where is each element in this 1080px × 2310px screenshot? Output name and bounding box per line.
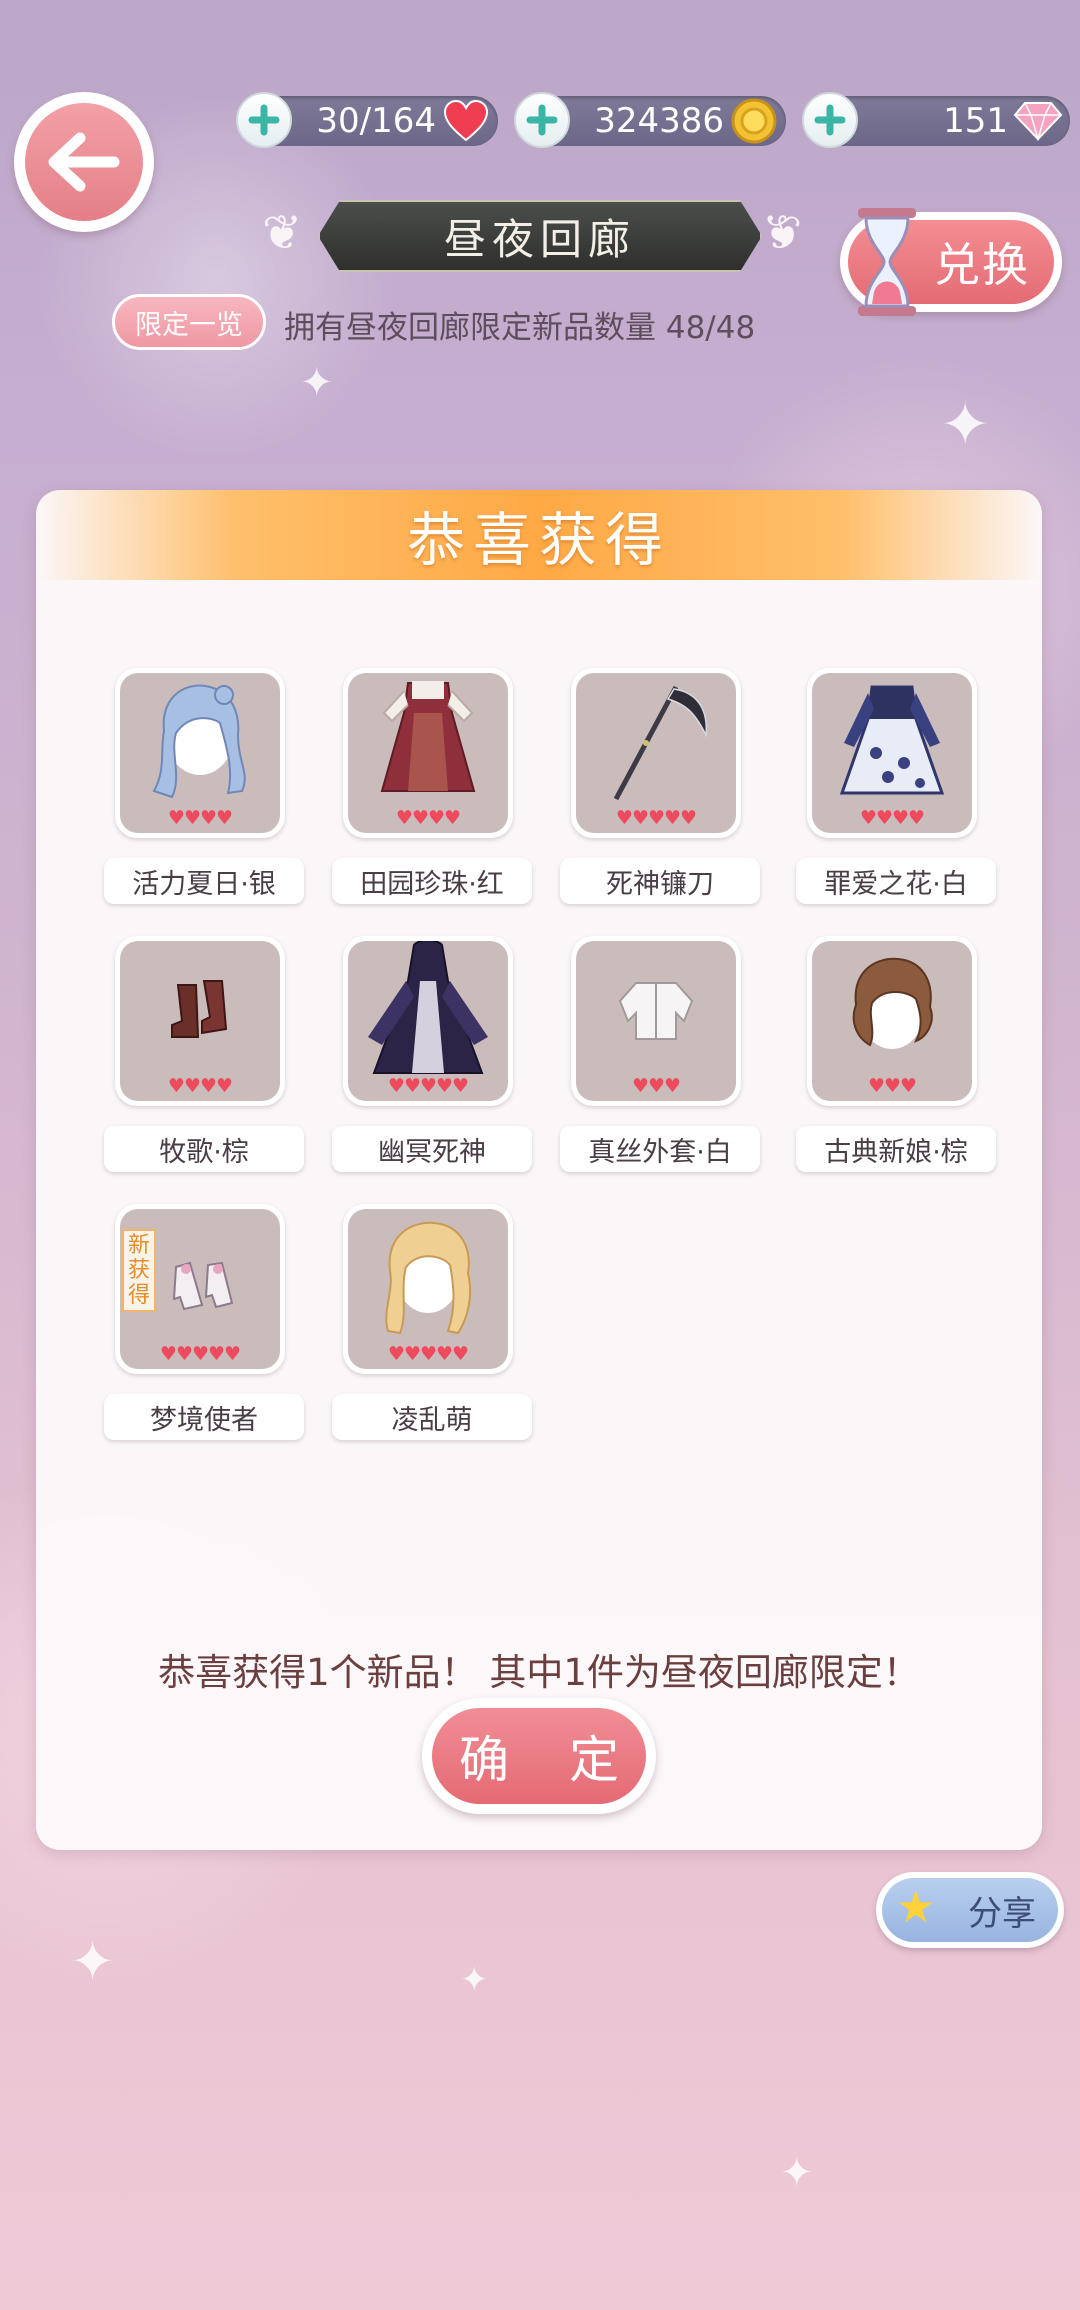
reward-banner: 恭喜获得 [36, 490, 1042, 580]
item-thumbnail: ♥♥♥ [807, 936, 977, 1106]
sparkle-decoration: ✦ [940, 390, 991, 460]
rarity-hearts: ♥♥♥♥♥ [159, 1343, 241, 1365]
item-name: 梦境使者 [104, 1394, 304, 1440]
sparkle-decoration: ✦ [70, 1930, 116, 1993]
item-name: 牧歌·棕 [104, 1126, 304, 1172]
coin-icon [728, 96, 780, 146]
share-label: 分享 [968, 1893, 1036, 1934]
limited-list-button[interactable]: 限定一览 [112, 294, 266, 350]
reward-message: 恭喜获得1个新品！ 其中1件为昼夜回廊限定！ [158, 1651, 920, 1694]
add-diamonds-button[interactable] [802, 92, 858, 148]
hair-silver-icon: ♥♥♥♥ [120, 673, 280, 833]
item-thumbnail: ♥♥♥♥♥ [343, 1204, 513, 1374]
item-thumbnail: ♥♥♥♥♥ [571, 668, 741, 838]
item-name: 活力夏日·银 [104, 858, 304, 904]
diamond-counter: 151 [802, 92, 1070, 148]
rarity-hearts: ♥♥♥ [867, 1075, 917, 1097]
sparkle-decoration: ✦ [460, 1960, 489, 2000]
star-icon: ★ [896, 1882, 936, 1933]
item-thumbnail: ♥♥♥ [571, 936, 741, 1106]
plus-icon [814, 104, 846, 136]
rarity-hearts: ♥♥♥ [631, 1075, 681, 1097]
item-name: 古典新娘·棕 [796, 1126, 996, 1172]
dress-dark-icon: ♥♥♥♥♥ [348, 941, 508, 1101]
rarity-hearts: ♥♥♥♥♥ [615, 807, 697, 829]
diamond-icon [1012, 96, 1064, 146]
item-thumbnail: ♥♥♥♥ [115, 668, 285, 838]
page-title: 昼夜回廊 [318, 200, 762, 272]
floral-ornament-icon: ❦ [262, 205, 303, 261]
item-name: 幽冥死神 [332, 1126, 532, 1172]
floral-ornament-icon: ❦ [762, 205, 803, 261]
dress-blue-icon: ♥♥♥♥ [812, 673, 972, 833]
heart-icon [440, 96, 492, 146]
hair-brown-icon: ♥♥♥ [812, 941, 972, 1101]
sparkle-decoration: ✦ [300, 360, 334, 406]
exchange-label: 兑换 [934, 238, 1030, 292]
share-button[interactable]: ★ 分享 [876, 1872, 1064, 1948]
scythe-icon: ♥♥♥♥♥ [576, 673, 736, 833]
coin-value: 324386 [594, 101, 724, 141]
confirm-label: 确 定 [459, 1731, 641, 1789]
reward-banner-title: 恭喜获得 [406, 506, 671, 574]
item-thumbnail: ♥♥♥♥ [115, 936, 285, 1106]
add-coins-button[interactable] [514, 92, 570, 148]
add-stamina-button[interactable] [236, 92, 292, 148]
new-item-tag: 新获得 [122, 1229, 156, 1312]
item-name: 死神镰刀 [560, 858, 760, 904]
item-name: 罪爱之花·白 [796, 858, 996, 904]
jacket-icon: ♥♥♥ [576, 941, 736, 1101]
hourglass-icon [858, 208, 916, 316]
stamina-value: 30/164 [316, 101, 436, 141]
owned-count-text: 拥有昼夜回廊限定新品数量 48/48 [284, 310, 756, 346]
rarity-hearts: ♥♥♥♥ [167, 807, 233, 829]
confirm-button[interactable]: 确 定 [422, 1698, 656, 1814]
item-thumbnail: ♥♥♥♥ [343, 668, 513, 838]
hair-blonde-icon: ♥♥♥♥♥ [348, 1209, 508, 1369]
plus-icon [526, 104, 558, 136]
back-button[interactable] [14, 92, 154, 232]
item-name: 真丝外套·白 [560, 1126, 760, 1172]
rarity-hearts: ♥♥♥♥♥ [387, 1075, 469, 1097]
coin-counter: 324386 [514, 92, 786, 148]
shoes-icon: ♥♥♥♥♥ 新获得 [120, 1209, 280, 1369]
item-thumbnail: ♥♥♥♥ [807, 668, 977, 838]
rarity-hearts: ♥♥♥♥♥ [387, 1343, 469, 1365]
rarity-hearts: ♥♥♥♥ [859, 807, 925, 829]
item-name: 田园珍珠·红 [332, 858, 532, 904]
item-name: 凌乱萌 [332, 1394, 532, 1440]
item-thumbnail: ♥♥♥♥♥ 新获得 [115, 1204, 285, 1374]
rarity-hearts: ♥♥♥♥ [167, 1075, 233, 1097]
sparkle-decoration: ✦ [780, 2150, 814, 2196]
diamond-value: 151 [943, 101, 1008, 141]
reward-dialog: 恭喜获得 ♥♥♥♥ 活力夏日·银 ♥♥♥♥ 田园珍珠·红 ♥♥♥♥♥ 死神镰刀 ♥♥♥♥ 罪爱… [36, 490, 1042, 1850]
dress-red-icon: ♥♥♥♥ [348, 673, 508, 833]
item-thumbnail: ♥♥♥♥♥ [343, 936, 513, 1106]
plus-icon [248, 104, 280, 136]
stamina-counter: 30/164 [236, 92, 498, 148]
rarity-hearts: ♥♥♥♥ [395, 807, 461, 829]
page-title-text: 昼夜回廊 [443, 214, 636, 264]
boots-icon: ♥♥♥♥ [120, 941, 280, 1101]
exchange-button[interactable]: 兑换 [840, 208, 1062, 316]
arrow-left-icon [48, 132, 120, 192]
limited-list-label: 限定一览 [135, 309, 243, 341]
